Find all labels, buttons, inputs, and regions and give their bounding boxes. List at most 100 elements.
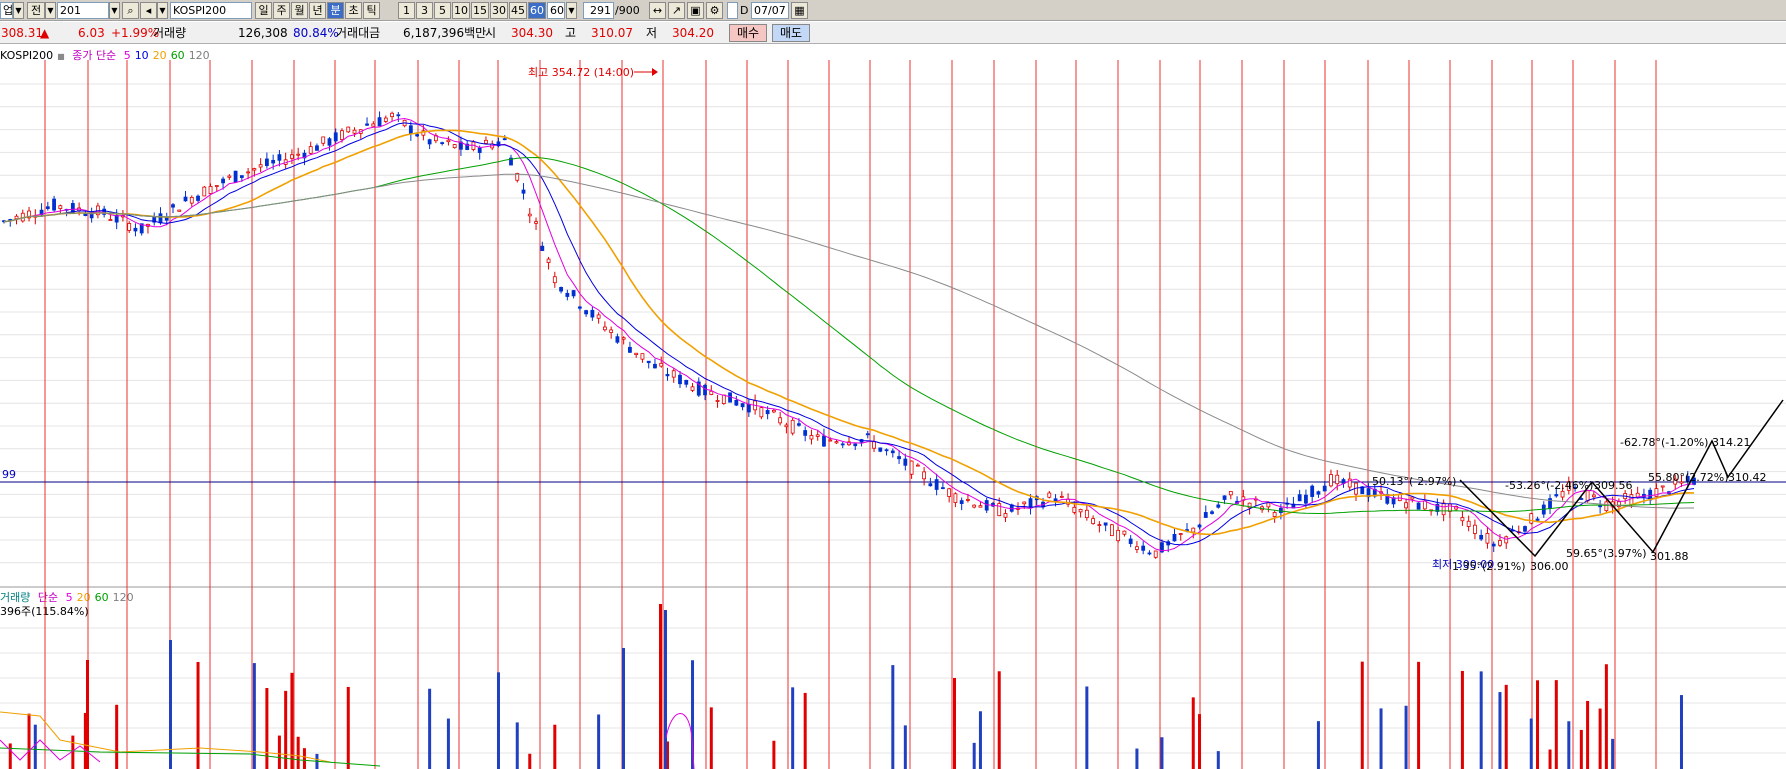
candle-body: [1097, 524, 1102, 526]
candle-body: [177, 209, 182, 212]
candle-body: [565, 292, 570, 297]
candle-body: [1210, 511, 1214, 514]
volume-bar: [8, 743, 12, 769]
candle-body: [678, 374, 682, 385]
candle-body: [778, 417, 783, 424]
candle-body: [1141, 545, 1146, 551]
candle-body: [1504, 536, 1509, 544]
volume-bar: [252, 663, 256, 769]
volume-bar: [1460, 670, 1464, 769]
max-price-label: 최고 354.72 (14:00): [528, 66, 634, 79]
candle-body: [1335, 474, 1340, 485]
candle-body: [127, 223, 132, 231]
candle-body: [1491, 543, 1496, 547]
volume-bar: [1586, 700, 1590, 769]
candle-body: [1203, 512, 1208, 518]
candle-body: [590, 309, 595, 318]
candle-body: [1447, 503, 1452, 512]
candle-body: [277, 154, 282, 161]
volume-bar: [978, 711, 982, 769]
candle-body: [1479, 534, 1484, 540]
candle-body: [164, 217, 169, 221]
candle-body: [934, 479, 939, 490]
volume-bar: [284, 690, 288, 769]
candle-body: [1228, 491, 1233, 496]
candle-body: [352, 129, 357, 134]
candle-body: [70, 203, 75, 213]
candle-body: [909, 460, 914, 475]
candle-body: [183, 196, 188, 202]
volume-bar: [296, 736, 300, 769]
candle-body: [1109, 524, 1114, 537]
volume-bar: [33, 724, 37, 769]
candle-body: [290, 154, 294, 159]
candle-body: [1191, 527, 1196, 533]
candle-body: [189, 196, 194, 204]
volume-bar: [891, 665, 895, 769]
candle-body: [602, 326, 607, 331]
candle-body: [415, 134, 420, 137]
candle-body: [327, 138, 332, 146]
candle-body: [1128, 538, 1133, 544]
volume-bar: [1417, 661, 1421, 769]
wave-label-3: 55.80°(2.72%): [1648, 471, 1729, 484]
wave-value-1: 309.56: [1594, 479, 1633, 492]
candle-body: [584, 310, 589, 315]
wave-label-5: 59.65°(3.97%): [1566, 547, 1647, 560]
candle-body: [1473, 524, 1477, 534]
candle-body: [227, 175, 232, 178]
candle-body: [872, 441, 876, 449]
candle-body: [502, 138, 507, 141]
candle-body: [671, 370, 676, 378]
candle-body: [1329, 474, 1333, 487]
candle-body: [709, 390, 714, 395]
volume-bar: [803, 692, 807, 769]
volume-bar: [1160, 737, 1164, 769]
volume-bar: [664, 610, 667, 769]
wave-value-5: 306.00: [1530, 560, 1569, 573]
candle-body: [1404, 502, 1408, 509]
candle-body: [1197, 524, 1202, 528]
candle-body: [715, 399, 720, 402]
candle-body: [922, 471, 927, 480]
candle-body: [1310, 485, 1315, 497]
candle-body: [1485, 533, 1490, 544]
candle-body: [1523, 526, 1527, 532]
candle-body: [1629, 494, 1634, 506]
candle-body: [834, 441, 839, 444]
candle-body: [440, 142, 445, 144]
candle-body: [1266, 502, 1271, 508]
candle-body: [1460, 517, 1465, 522]
candle-body: [365, 123, 369, 126]
candle-body: [333, 132, 338, 142]
candle-body: [1466, 520, 1471, 527]
candle-body: [734, 400, 739, 406]
volume-bar: [1554, 680, 1558, 769]
candle-body: [928, 483, 933, 487]
volume-bar: [1579, 729, 1583, 769]
candle-body: [690, 386, 695, 391]
candle-body: [477, 147, 482, 153]
volume-bar: [997, 671, 1001, 769]
wave-label-6: 1.35°(2.91%): [1452, 560, 1526, 573]
price-chart[interactable]: 99 최고 354.72 (14:00) -50.13°(-2.97%) -53.26…: [0, 0, 1786, 769]
candle-body: [246, 171, 251, 174]
candle-body: [1598, 505, 1603, 508]
candle-body: [765, 410, 770, 415]
volume-bar: [1479, 671, 1483, 769]
candle-body: [1297, 494, 1302, 502]
volume-bar: [659, 604, 662, 769]
volume-bar: [1604, 664, 1608, 769]
volume-bar: [1498, 692, 1502, 769]
candle-body: [1153, 550, 1158, 558]
candle-body: [408, 125, 413, 135]
candle-body: [947, 488, 952, 497]
volume-bar: [265, 687, 269, 769]
candle-body: [133, 227, 138, 232]
candle-body: [484, 139, 488, 144]
volume-bar: [515, 722, 519, 769]
volume-bar: [1548, 749, 1552, 769]
candle-body: [214, 185, 219, 187]
candle-body: [721, 394, 726, 404]
volume-bar: [446, 718, 450, 769]
